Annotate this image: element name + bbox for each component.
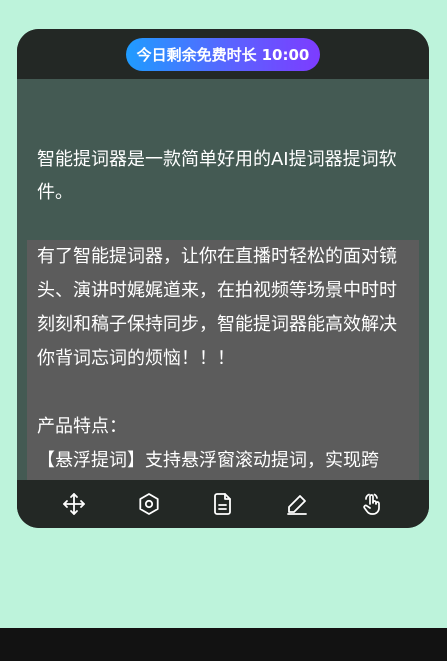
move-button[interactable] (54, 484, 94, 524)
script-scroll-panel[interactable]: 有了智能提词器，让你在直播时轻松的面对镜头、演讲时娓娓道来，在拍视频等场景中时时… (27, 240, 419, 480)
free-time-label: 今日剩余免费时长 (136, 46, 257, 64)
intro-text: 智能提词器是一款简单好用的AI提词器提词软件。 (37, 149, 397, 203)
system-navigation-bar (0, 628, 447, 661)
settings-button[interactable] (129, 484, 169, 524)
edit-button[interactable] (277, 484, 317, 524)
features-title: 产品特点： (37, 416, 127, 437)
script-document-button[interactable] (203, 484, 243, 524)
settings-icon (138, 493, 159, 515)
edit-icon (287, 495, 308, 515)
touch-icon (363, 493, 380, 515)
script-paragraph: 有了智能提词器，让你在直播时轻松的面对镜头、演讲时娓娓道来，在拍视频等场景中时时… (37, 246, 397, 369)
window-top-bar[interactable]: 今日剩余免费时长 10:00 (17, 29, 429, 79)
window-toolbar (17, 480, 429, 528)
touch-mode-button[interactable] (352, 484, 392, 524)
document-icon (214, 493, 231, 515)
floating-teleprompter-window[interactable]: 今日剩余免费时长 10:00 智能提词器是一款简单好用的AI提词器提词软件。 有… (17, 29, 429, 528)
free-time-badge: 今日剩余免费时长 10:00 (126, 38, 320, 71)
move-icon (63, 493, 86, 515)
app-screen: 今日剩余免费时长 10:00 智能提词器是一款简单好用的AI提词器提词软件。 有… (0, 0, 447, 661)
feature-item: 【悬浮提词】支持悬浮窗滚动提词，实现跨APP (37, 450, 379, 471)
script-content-area[interactable]: 智能提词器是一款简单好用的AI提词器提词软件。 有了智能提词器，让你在直播时轻松… (17, 79, 429, 480)
free-time-value: 10:00 (261, 45, 310, 64)
script-text: 有了智能提词器，让你在直播时轻松的面对镜头、演讲时娓娓道来，在拍视频等场景中时时… (37, 240, 411, 480)
